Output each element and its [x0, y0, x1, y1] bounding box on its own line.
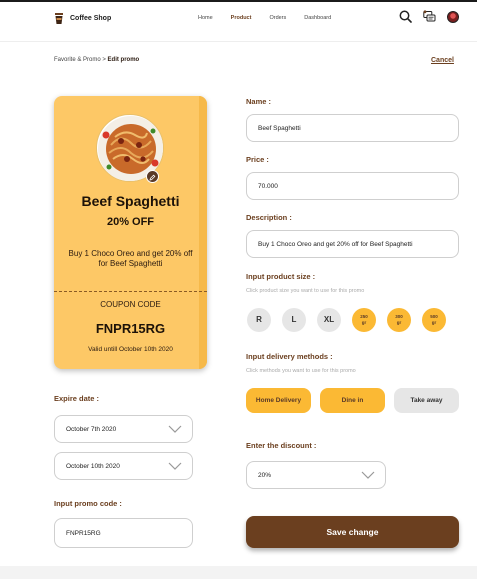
footer-band	[0, 566, 477, 579]
expire-end-value: October 10th 2020	[66, 462, 120, 470]
coffee-cup-icon	[54, 12, 64, 24]
name-label: Name :	[246, 97, 272, 106]
size-option-l[interactable]: L	[282, 308, 306, 332]
pencil-icon	[149, 168, 156, 186]
discount-select[interactable]: 20%	[246, 461, 386, 489]
promo-code-input[interactable]: FNPR15RG	[54, 518, 193, 548]
search-icon[interactable]	[399, 10, 412, 23]
nav-product[interactable]: Product	[231, 15, 252, 21]
size-label: Input product size :	[246, 272, 316, 281]
size-option-r[interactable]: R	[247, 308, 271, 332]
promo-code-label: Input promo code :	[54, 499, 122, 508]
coupon-code: FNPR15RG	[95, 321, 166, 336]
chevron-down-icon	[361, 471, 375, 480]
description-input[interactable]: Buy 1 Choco Oreo and get 20% off for Bee…	[246, 230, 459, 258]
save-change-button[interactable]: Save change	[246, 516, 459, 548]
coupon-description: Buy 1 Choco Oreo and get 20% off for Bee…	[68, 249, 193, 268]
expire-end-select[interactable]: October 10th 2020	[54, 452, 193, 480]
size-option-250gr[interactable]: 250 gr	[352, 308, 376, 332]
edit-image-button[interactable]	[146, 170, 159, 183]
app-header: Coffee Shop Home Product Orders Dashboar…	[0, 2, 477, 42]
chevron-down-icon	[168, 425, 182, 434]
coupon-title: Beef Spaghetti	[81, 193, 180, 209]
delivery-hint: Click methods you want to use for this p…	[246, 368, 356, 374]
app-name: Coffee Shop	[70, 14, 112, 22]
cancel-link[interactable]: Cancel	[431, 57, 454, 64]
breadcrumb-separator: >	[100, 57, 108, 63]
size-option-500gr[interactable]: 500 gr	[422, 308, 446, 332]
breadcrumb-parent[interactable]: Favorite & Promo	[54, 57, 101, 63]
chat-icon[interactable]	[423, 10, 436, 23]
user-avatar[interactable]	[447, 10, 459, 23]
price-input[interactable]: 70.000	[246, 172, 459, 200]
delivery-home-delivery[interactable]: Home Delivery	[246, 388, 311, 413]
size-hint: Click product size you want to use for t…	[246, 288, 365, 294]
breadcrumb-current: Edit promo	[107, 57, 140, 63]
discount-value: 20%	[258, 471, 272, 479]
expire-start-value: October 7th 2020	[66, 425, 117, 433]
size-option-300gr[interactable]: 300 gr	[387, 308, 411, 332]
delivery-dine-in[interactable]: Dine in	[320, 388, 385, 413]
coupon-card: Beef Spaghetti 20% OFF Buy 1 Choco Oreo …	[54, 96, 207, 369]
delivery-label: Input delivery methods :	[246, 352, 333, 361]
coupon-divider	[54, 291, 207, 292]
nav-dashboard[interactable]: Dashboard	[304, 15, 331, 21]
expire-date-label: Expire date :	[54, 394, 100, 403]
main-nav: Home Product Orders Dashboard	[198, 15, 349, 21]
name-input[interactable]: Beef Spaghetti	[246, 114, 459, 142]
nav-orders[interactable]: Orders	[269, 15, 286, 21]
logo[interactable]: Coffee Shop	[54, 12, 111, 24]
expire-start-select[interactable]: October 7th 2020	[54, 415, 193, 443]
chevron-down-icon	[168, 462, 182, 471]
size-option-xl[interactable]: XL	[317, 308, 341, 332]
discount-label: Enter the discount :	[246, 441, 317, 450]
coupon-discount: 20% OFF	[106, 216, 155, 228]
price-label: Price :	[246, 155, 269, 164]
breadcrumb: Favorite & Promo > Edit promo	[54, 57, 139, 63]
delivery-take-away[interactable]: Take away	[394, 388, 459, 413]
description-label: Description :	[246, 213, 292, 222]
coupon-validity: Valid untill October 10th 2020	[88, 346, 173, 353]
nav-home[interactable]: Home	[198, 15, 213, 21]
header-actions	[399, 10, 459, 23]
coupon-code-label: COUPON CODE	[100, 300, 161, 309]
